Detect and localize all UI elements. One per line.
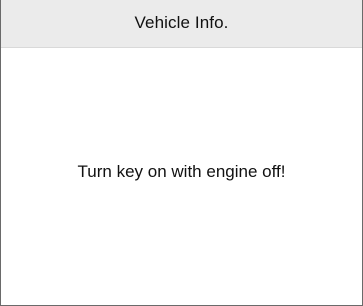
instruction-message: Turn key on with engine off! [77, 162, 286, 181]
page-title: Vehicle Info. [134, 13, 229, 32]
header-bar: Vehicle Info. [1, 0, 362, 48]
message-area: Turn key on with engine off! [1, 48, 362, 305]
vehicle-info-screen: Vehicle Info. Turn key on with engine of… [0, 0, 363, 306]
